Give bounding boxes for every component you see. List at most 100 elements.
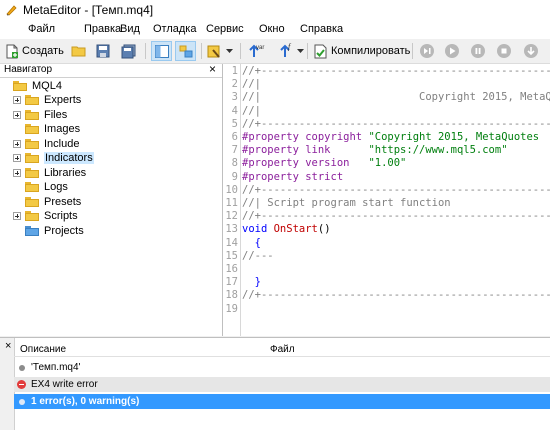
save-all-button[interactable] [121,41,136,61]
step-into-button[interactable] [523,41,539,61]
error-row[interactable]: 'Темп.mq4' [14,360,550,375]
metaeditor-app-icon [6,5,17,16]
folder-icon [25,182,39,192]
line-number: 10 [225,183,238,196]
menu-debug[interactable]: Отладка [153,23,196,35]
line-number: 4 [231,104,238,117]
create-button[interactable]: Создать [6,41,64,61]
code-text: #property copyright "Copyright 2015, Met… [242,131,539,144]
code-editor[interactable]: 1 //+------------------------------------… [223,64,550,336]
error-row-selected[interactable]: 1 error(s), 0 warning(s) [14,394,550,409]
menu-file[interactable]: Файл [28,23,55,35]
tree-root-mql4[interactable]: MQL4 [13,79,62,93]
tree-item-scripts[interactable]: Scripts [13,209,78,223]
navigator-title: Навигатор [4,64,53,75]
code-line[interactable]: 17 } [223,276,550,289]
start-debug-button[interactable] [444,41,460,61]
tree-item-label: Logs [44,181,68,193]
pause-icon [471,44,485,58]
tree-item-libraries[interactable]: Libraries [13,166,86,180]
code-token: //| Copyright 2015, MetaQ [242,91,550,104]
create-label: Создать [22,45,64,57]
header-divider [14,356,550,357]
navigator-toggle-button[interactable] [151,41,172,61]
tree-item-include[interactable]: Include [13,137,79,151]
code-token: "Copyright 2015, MetaQuotes [368,131,540,143]
step-button[interactable] [419,41,435,61]
code-line[interactable]: 18 //+-----------------------------------… [223,289,550,302]
code-line[interactable]: 5 //+------------------------------------… [223,118,550,131]
tree-item-logs[interactable]: Logs [25,180,68,194]
code-token: //| Script program start function [242,197,451,209]
stop-debug-button[interactable] [496,41,512,61]
expand-icon[interactable] [13,154,21,162]
toolbox-close-button[interactable]: × [5,340,11,352]
code-text: //| Copyright 2015, MetaQ [242,91,550,104]
code-line[interactable]: 14 { [223,237,550,250]
tree-item-presets[interactable]: Presets [25,195,81,209]
code-line[interactable]: 6 #property copyright "Copyright 2015, Me… [223,131,550,144]
menu-service[interactable]: Сервис [206,23,244,35]
code-line[interactable]: 16 [223,263,550,276]
code-line[interactable]: 12 //+-----------------------------------… [223,210,550,223]
expand-icon[interactable] [13,96,21,104]
tree-item-projects[interactable]: Projects [25,224,84,238]
expand-icon[interactable] [13,140,21,148]
line-number: 15 [225,249,238,262]
expand-icon[interactable] [13,169,21,177]
expand-icon[interactable] [13,111,21,119]
toolbar-separator [201,43,202,59]
compile-button[interactable]: Компилировать [313,41,410,61]
tree-item-experts[interactable]: Experts [13,93,81,107]
toolbar-separator [412,43,413,59]
save-all-icon [121,44,136,58]
code-text: //+-------------------------------------… [242,184,550,197]
code-line[interactable]: 19 [223,303,550,316]
code-line[interactable]: 11 //| Script program start function [223,197,550,210]
code-line[interactable]: 7 #property link "https://www.mql5.com" [223,144,550,157]
pause-debug-button[interactable] [470,41,486,61]
code-line[interactable]: 10 //+-----------------------------------… [223,184,550,197]
tree-item-label: Include [44,138,80,150]
insert-variable-button[interactable]: var [246,41,266,61]
code-line[interactable]: 13 void OnStart() [223,223,550,236]
menu-window[interactable]: Окно [259,23,285,35]
compile-label: Компилировать [331,45,411,57]
open-button[interactable] [71,41,87,61]
code-line[interactable]: 8 #property version "1.00" [223,157,550,170]
function-icon-text: f [288,43,292,51]
code-token: //--- [242,249,274,262]
code-text: //| Script program start function [242,197,451,210]
folder-icon [25,197,39,207]
code-line[interactable]: 15 //--- [223,250,550,263]
menu-view[interactable]: Вид [120,23,140,35]
code-line[interactable]: 2 //| [223,78,550,91]
code-line[interactable]: 9 #property strict [223,171,550,184]
menu-help[interactable]: Справка [300,23,343,35]
toolbox-toggle-button[interactable] [175,41,196,61]
code-token: #property version [242,157,369,170]
code-line[interactable]: 1 //+------------------------------------… [223,65,550,78]
error-row[interactable]: EX4 write error [14,377,550,392]
code-token: OnStart [273,223,318,236]
tree-item-indicators[interactable]: Indicators [13,151,94,165]
column-header-file[interactable]: Файл [270,344,295,355]
line-number: 7 [231,144,238,157]
expand-icon[interactable] [13,212,21,220]
folder-icon [25,110,39,120]
tree-item-images[interactable]: Images [25,122,80,136]
play-icon [445,44,459,58]
style-button[interactable] [207,41,233,61]
code-token: () [317,223,331,236]
menu-edit[interactable]: Правка [84,23,121,35]
navigator-header: Навигатор × [0,62,222,78]
insert-function-button[interactable]: f [277,41,304,61]
column-header-description[interactable]: Описание [20,344,66,355]
code-line[interactable]: 3 //| Copyright 2015, MetaQ [223,91,550,104]
save-button[interactable] [96,41,110,61]
code-line[interactable]: 4 //| [223,105,550,118]
tree-item-files[interactable]: Files [13,108,67,122]
navigator-close-button[interactable]: × [209,62,216,76]
code-text: #property strict [242,171,343,184]
code-text: //| [242,105,261,118]
